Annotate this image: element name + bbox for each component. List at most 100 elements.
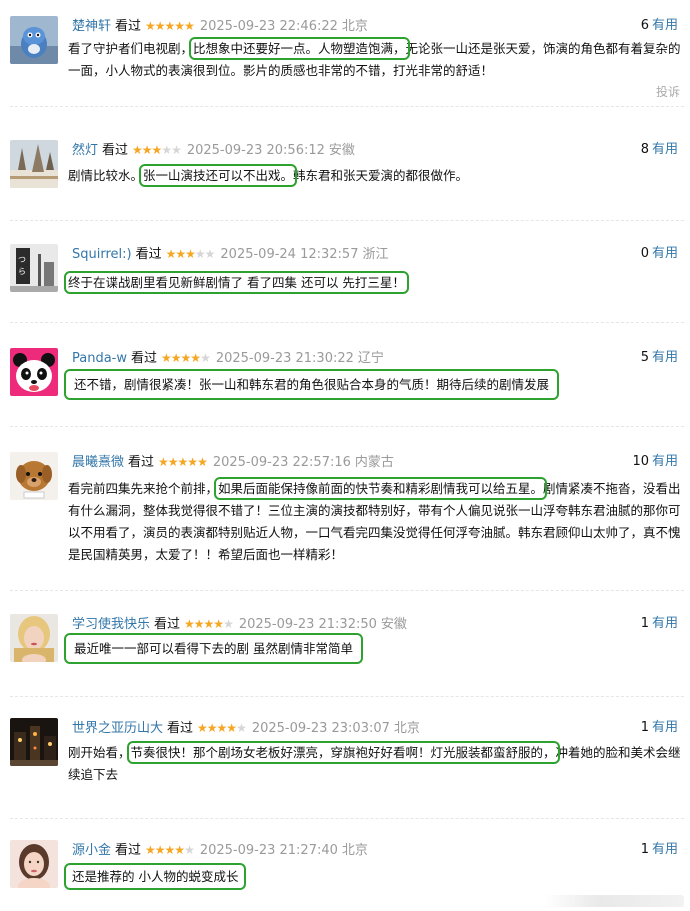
comment-text-pre: 剧情比较水。 (68, 168, 144, 183)
watched-label: 看过 (154, 617, 181, 632)
divider (10, 322, 684, 323)
username-link[interactable]: Squirrel:) (72, 247, 132, 262)
blue-bird-avatar-icon[interactable] (10, 16, 58, 64)
rating-stars: ★★★★★ (184, 617, 234, 631)
comment-text: 剧情比较水。张一山演技还可以不出戏。韩东君和张天爱演的都很做作。 (68, 164, 690, 187)
comment-time: 2025-09-23 22:57:16 (212, 455, 351, 470)
comment-item: 然灯 看过 ★★★★★ 2025-09-23 20:56:12 安徽 8 有用 剧情比较水… (10, 140, 684, 230)
useful-label: 有用 (651, 18, 678, 33)
rating-stars: ★★★★★ (158, 455, 208, 469)
comment-meta: 源小金 看过 ★★★★★ 2025-09-23 21:27:40 北京 (72, 840, 368, 860)
rating-stars: ★★★★★ (132, 143, 182, 157)
comment-item: Panda-w 看过 ★★★★★ 2025-09-23 21:30:22 辽宁 5 有用 … (10, 348, 684, 438)
watched-label: 看过 (167, 721, 194, 736)
comment-meta: 世界之亚历山大 看过 ★★★★★ 2025-09-23 23:03:07 北京 (72, 718, 420, 738)
fade-bar (544, 895, 684, 907)
username-link[interactable]: 世界之亚历山大 (72, 721, 163, 736)
girl-portrait-avatar-icon[interactable] (10, 840, 58, 888)
svg-text:つ: つ (18, 255, 26, 264)
useful-vote-button[interactable]: 1 有用 (641, 614, 678, 634)
divider (10, 220, 684, 221)
useful-count: 8 (640, 142, 649, 157)
useful-vote-button[interactable]: 8 有用 (641, 140, 678, 160)
watched-label: 看过 (115, 843, 142, 858)
highlighted-text: 节奏很快！那个剧场女老板好漂亮，穿旗袍好好看啊！灯光服装都蛮舒服的， (126, 741, 560, 764)
snowy-trees-avatar-icon[interactable] (10, 140, 58, 188)
watched-label: 看过 (115, 19, 142, 34)
username-link[interactable]: 源小金 (72, 843, 111, 858)
comment-meta: 学习使我快乐 看过 ★★★★★ 2025-09-23 21:32:50 安徽 (72, 614, 407, 634)
useful-count: 10 (632, 454, 649, 469)
comment-location: 北京 (393, 721, 420, 736)
comment-meta: Panda-w 看过 ★★★★★ 2025-09-23 21:30:22 辽宁 (72, 348, 384, 368)
divider (10, 426, 684, 427)
useful-vote-button[interactable]: 10 有用 (632, 452, 678, 472)
street-sign-avatar-icon[interactable]: つら (10, 244, 58, 292)
comment-text-pre: 看完前四集先来抢个前排， (68, 481, 219, 496)
comment-item: つら Squirrel:) 看过 ★★★★★ 2025-09-24 12:32:57 浙… (10, 244, 684, 334)
comment-time: 2025-09-23 21:32:50 (238, 617, 377, 632)
useful-label: 有用 (651, 350, 678, 365)
divider (10, 106, 684, 107)
comment-text: 还不错，剧情很紧凑！张一山和韩东君的角色很贴合本身的气质！期待后续的剧情发展 (63, 369, 690, 400)
blonde-woman-avatar-icon[interactable] (10, 614, 58, 662)
useful-vote-button[interactable]: 6 有用 (641, 16, 678, 36)
comment-location: 北京 (341, 19, 368, 34)
comment-meta: 晨曦熹微 看过 ★★★★★ 2025-09-23 22:57:16 内蒙古 (72, 452, 394, 472)
comment-text-pre: 看了守护者们电视剧， (68, 41, 194, 56)
comment-text: 看完前四集先来抢个前排，如果后面能保持像前面的快节奏和精彩剧情我可以给五星。剧情… (68, 477, 690, 566)
svg-text:ら: ら (18, 267, 26, 276)
comment-location: 安徽 (380, 617, 407, 632)
useful-label: 有用 (651, 616, 678, 631)
comment-item: 学习使我快乐 看过 ★★★★★ 2025-09-23 21:32:50 安徽 1 有用 最… (10, 614, 684, 704)
divider (10, 696, 684, 697)
comment-item: 世界之亚历山大 看过 ★★★★★ 2025-09-23 23:03:07 北京 1 有用 … (10, 718, 684, 828)
watched-label: 看过 (128, 455, 155, 470)
comment-text: 刚开始看，节奏很快！那个剧场女老板好漂亮，穿旗袍好好看啊！灯光服装都蛮舒服的，冲… (68, 741, 690, 786)
highlighted-text: 比想象中还要好一点。人物塑造饱满， (189, 37, 410, 60)
username-link[interactable]: 楚神轩 (72, 19, 111, 34)
comment-time: 2025-09-23 22:46:22 (199, 19, 338, 34)
divider (10, 818, 684, 819)
comment-time: 2025-09-24 12:32:57 (220, 247, 359, 262)
puppy-avatar-icon[interactable] (10, 452, 58, 500)
comment-item: 晨曦熹微 看过 ★★★★★ 2025-09-23 22:57:16 内蒙古 10 有用 看… (10, 452, 684, 600)
comment-time: 2025-09-23 20:56:12 (186, 143, 325, 158)
useful-vote-button[interactable]: 5 有用 (641, 348, 678, 368)
useful-vote-button[interactable]: 1 有用 (641, 840, 678, 860)
comment-meta: 楚神轩 看过 ★★★★★ 2025-09-23 22:46:22 北京 (72, 16, 368, 36)
useful-label: 有用 (651, 454, 678, 469)
useful-label: 有用 (651, 842, 678, 857)
comment-text: 最近唯一一部可以看得下去的剧 虽然剧情非常简单 (64, 633, 690, 664)
comment-location: 北京 (341, 843, 368, 858)
report-link[interactable]: 投诉 (656, 83, 680, 100)
username-link[interactable]: 学习使我快乐 (72, 617, 150, 632)
highlighted-text: 如果后面能保持像前面的快节奏和精彩剧情我可以给五星。 (214, 477, 548, 500)
comment-time: 2025-09-23 21:27:40 (199, 843, 338, 858)
comment-item: 楚神轩 看过 ★★★★★ 2025-09-23 22:46:22 北京 6 有用 看了守护… (10, 16, 684, 116)
useful-vote-button[interactable]: 1 有用 (641, 718, 678, 738)
watched-label: 看过 (131, 351, 158, 366)
comment-time: 2025-09-23 23:03:07 (251, 721, 390, 736)
highlighted-text: 还不错，剧情很紧凑！张一山和韩东君的角色很贴合本身的气质！期待后续的剧情发展 (63, 369, 560, 400)
rating-stars: ★★★★★ (145, 843, 195, 857)
username-link[interactable]: Panda-w (72, 351, 127, 366)
comment-text: 终于在谍战剧里看见新鲜剧情了 看了四集 还可以 先打三星！ (64, 271, 690, 294)
username-link[interactable]: 然灯 (72, 143, 98, 158)
comment-text-post: 韩东君和张天爱演的都很做作。 (293, 168, 469, 183)
watched-label: 看过 (102, 143, 129, 158)
useful-label: 有用 (651, 246, 678, 261)
panda-avatar-icon[interactable] (10, 348, 58, 396)
comment-text-pre: 刚开始看， (68, 745, 131, 760)
useful-count: 1 (640, 842, 649, 857)
useful-label: 有用 (651, 720, 678, 735)
comment-time: 2025-09-23 21:30:22 (215, 351, 354, 366)
night-city-avatar-icon[interactable] (10, 718, 58, 766)
useful-count: 5 (640, 350, 649, 365)
watched-label: 看过 (135, 247, 162, 262)
useful-vote-button[interactable]: 0 有用 (641, 244, 678, 264)
comment-location: 内蒙古 (354, 455, 394, 470)
rating-stars: ★★★★★ (161, 351, 211, 365)
comment-meta: Squirrel:) 看过 ★★★★★ 2025-09-24 12:32:57 浙江 (72, 244, 389, 264)
username-link[interactable]: 晨曦熹微 (72, 455, 124, 470)
